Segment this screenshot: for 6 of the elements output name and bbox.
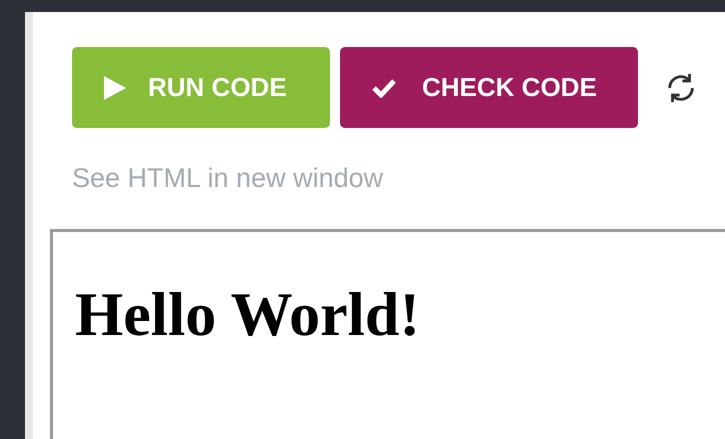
check-code-button[interactable]: CHECK CODE bbox=[340, 47, 638, 128]
play-icon bbox=[104, 76, 126, 100]
run-code-button[interactable]: RUN CODE bbox=[72, 47, 330, 128]
checkmark-icon bbox=[372, 78, 396, 98]
see-html-link[interactable]: See HTML in new window bbox=[72, 158, 725, 198]
preview-heading: Hello World! bbox=[75, 284, 422, 346]
